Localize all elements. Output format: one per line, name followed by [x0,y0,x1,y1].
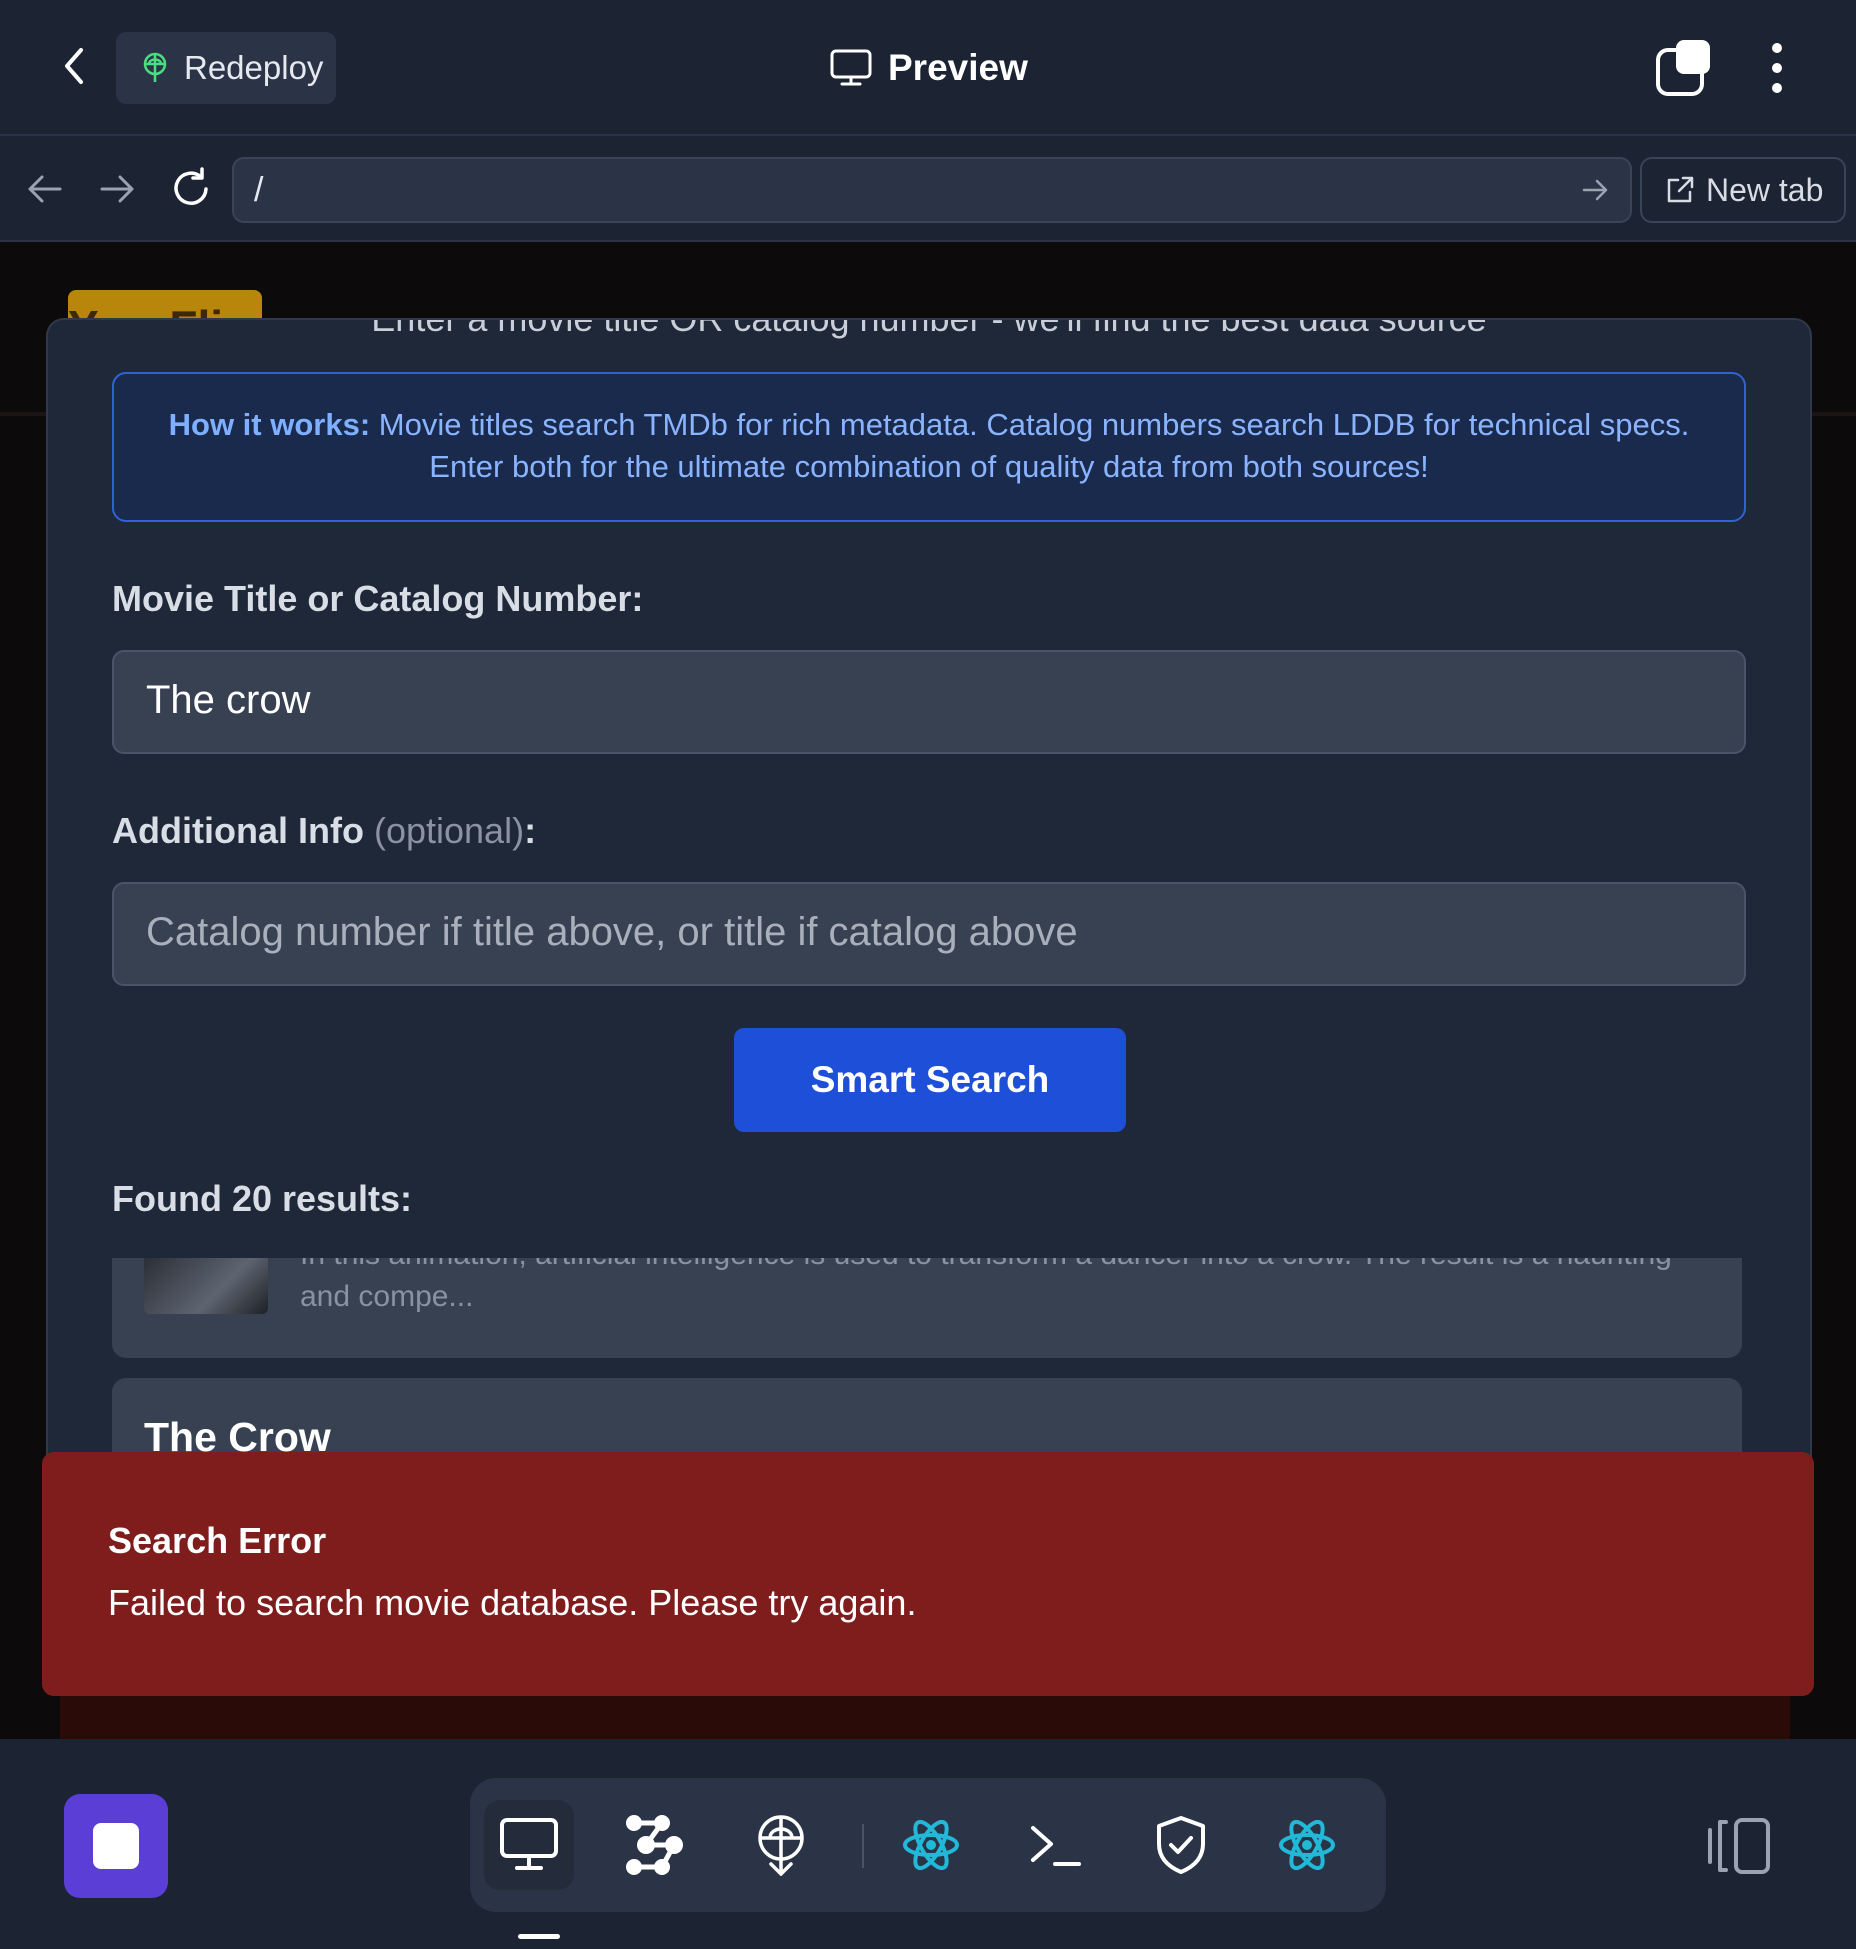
redeploy-label: Redeploy [184,49,324,86]
go-arrow-icon[interactable] [1578,173,1612,207]
kebab-dot [1772,43,1782,53]
side-panel-icon [1708,1818,1770,1874]
dock-security-button[interactable] [1136,1800,1226,1890]
additional-info-label: Additional Info (optional): [112,810,536,852]
browser-back-button[interactable] [20,164,70,214]
label-colon: : [524,810,537,851]
terminal-icon [1031,1826,1081,1866]
side-panel-button[interactable] [1706,1816,1772,1876]
toast-title: Search Error [108,1520,327,1561]
reload-button[interactable] [166,164,216,214]
modal-subtitle: Enter a movie title OR catalog number - … [371,318,1487,339]
dock [470,1778,1386,1912]
info-line-2: Enter both for the ultimate combination … [429,449,1429,484]
url-bar[interactable]: / [232,157,1632,223]
dock-separator [862,1824,864,1868]
react-icon [903,1819,959,1871]
additional-info-input[interactable]: Catalog number if title above, or title … [112,882,1746,986]
external-link-icon [1667,176,1694,203]
arrow-right-icon [100,175,134,203]
dock-monitor-button[interactable] [484,1800,574,1890]
stop-button[interactable] [64,1794,168,1898]
result-card[interactable]: In this animation, artificial intelligen… [112,1258,1742,1358]
deploy-icon [143,52,167,82]
network-icon [626,1815,683,1875]
redeploy-button[interactable]: Redeploy [116,32,336,104]
title-input[interactable]: The crow [112,650,1746,754]
dock-react-button-2[interactable] [1262,1800,1352,1890]
kebab-dot [1772,83,1782,93]
title-field-label: Movie Title or Catalog Number: [112,578,644,619]
more-options-button[interactable] [1752,38,1802,98]
arrow-left-icon [28,175,62,203]
preview-label: Preview [888,47,1028,88]
title-input-value[interactable]: The crow [146,678,311,723]
search-modal: Enter a movie title OR catalog number - … [46,318,1812,1522]
browser-forward-button[interactable] [92,164,142,214]
home-indicator [518,1934,560,1939]
shield-icon [1157,1816,1205,1874]
how-it-works-box: How it works: Movie titles search TMDb f… [112,372,1746,522]
kebab-dot [1772,63,1782,73]
new-tab-label: New tab [1706,171,1824,208]
windows-icon [1656,40,1710,96]
dock-terminal-button[interactable] [1010,1800,1100,1890]
info-line-1-text: Movie titles search TMDb for rich metada… [378,407,1690,442]
toast-message: Failed to search movie database. Please … [108,1582,917,1623]
optional-text: (optional) [373,810,525,851]
windows-button[interactable] [1654,38,1714,98]
back-button[interactable] [44,36,104,96]
result-thumbnail [144,1258,268,1314]
reload-icon [174,167,208,205]
additional-info-text: Additional Info [112,810,364,851]
additional-info-placeholder[interactable]: Catalog number if title above, or title … [146,910,1078,955]
url-value[interactable]: / [254,171,263,210]
dock-network-button[interactable] [610,1800,700,1890]
react-icon [1279,1819,1335,1871]
new-tab-button[interactable]: New tab [1640,157,1846,223]
smart-search-button[interactable]: Smart Search [734,1028,1126,1132]
monitor-icon [500,1818,558,1870]
info-line-1: How it works: Movie titles search TMDb f… [114,404,1744,446]
preview-title: Preview [830,40,1028,96]
error-toast[interactable]: Search Error Failed to search movie data… [42,1452,1814,1696]
monitor-icon [830,49,872,86]
dock-react-button[interactable] [886,1800,976,1890]
chevron-left-icon [65,48,83,84]
stop-icon [93,1823,139,1869]
info-heading: How it works: [168,407,371,442]
results-count: Found 20 results: [112,1178,413,1219]
deploy-icon [758,1815,804,1876]
dock-deploy-button[interactable] [736,1800,826,1890]
result-description: In this animation, artificial intelligen… [300,1258,1672,1313]
